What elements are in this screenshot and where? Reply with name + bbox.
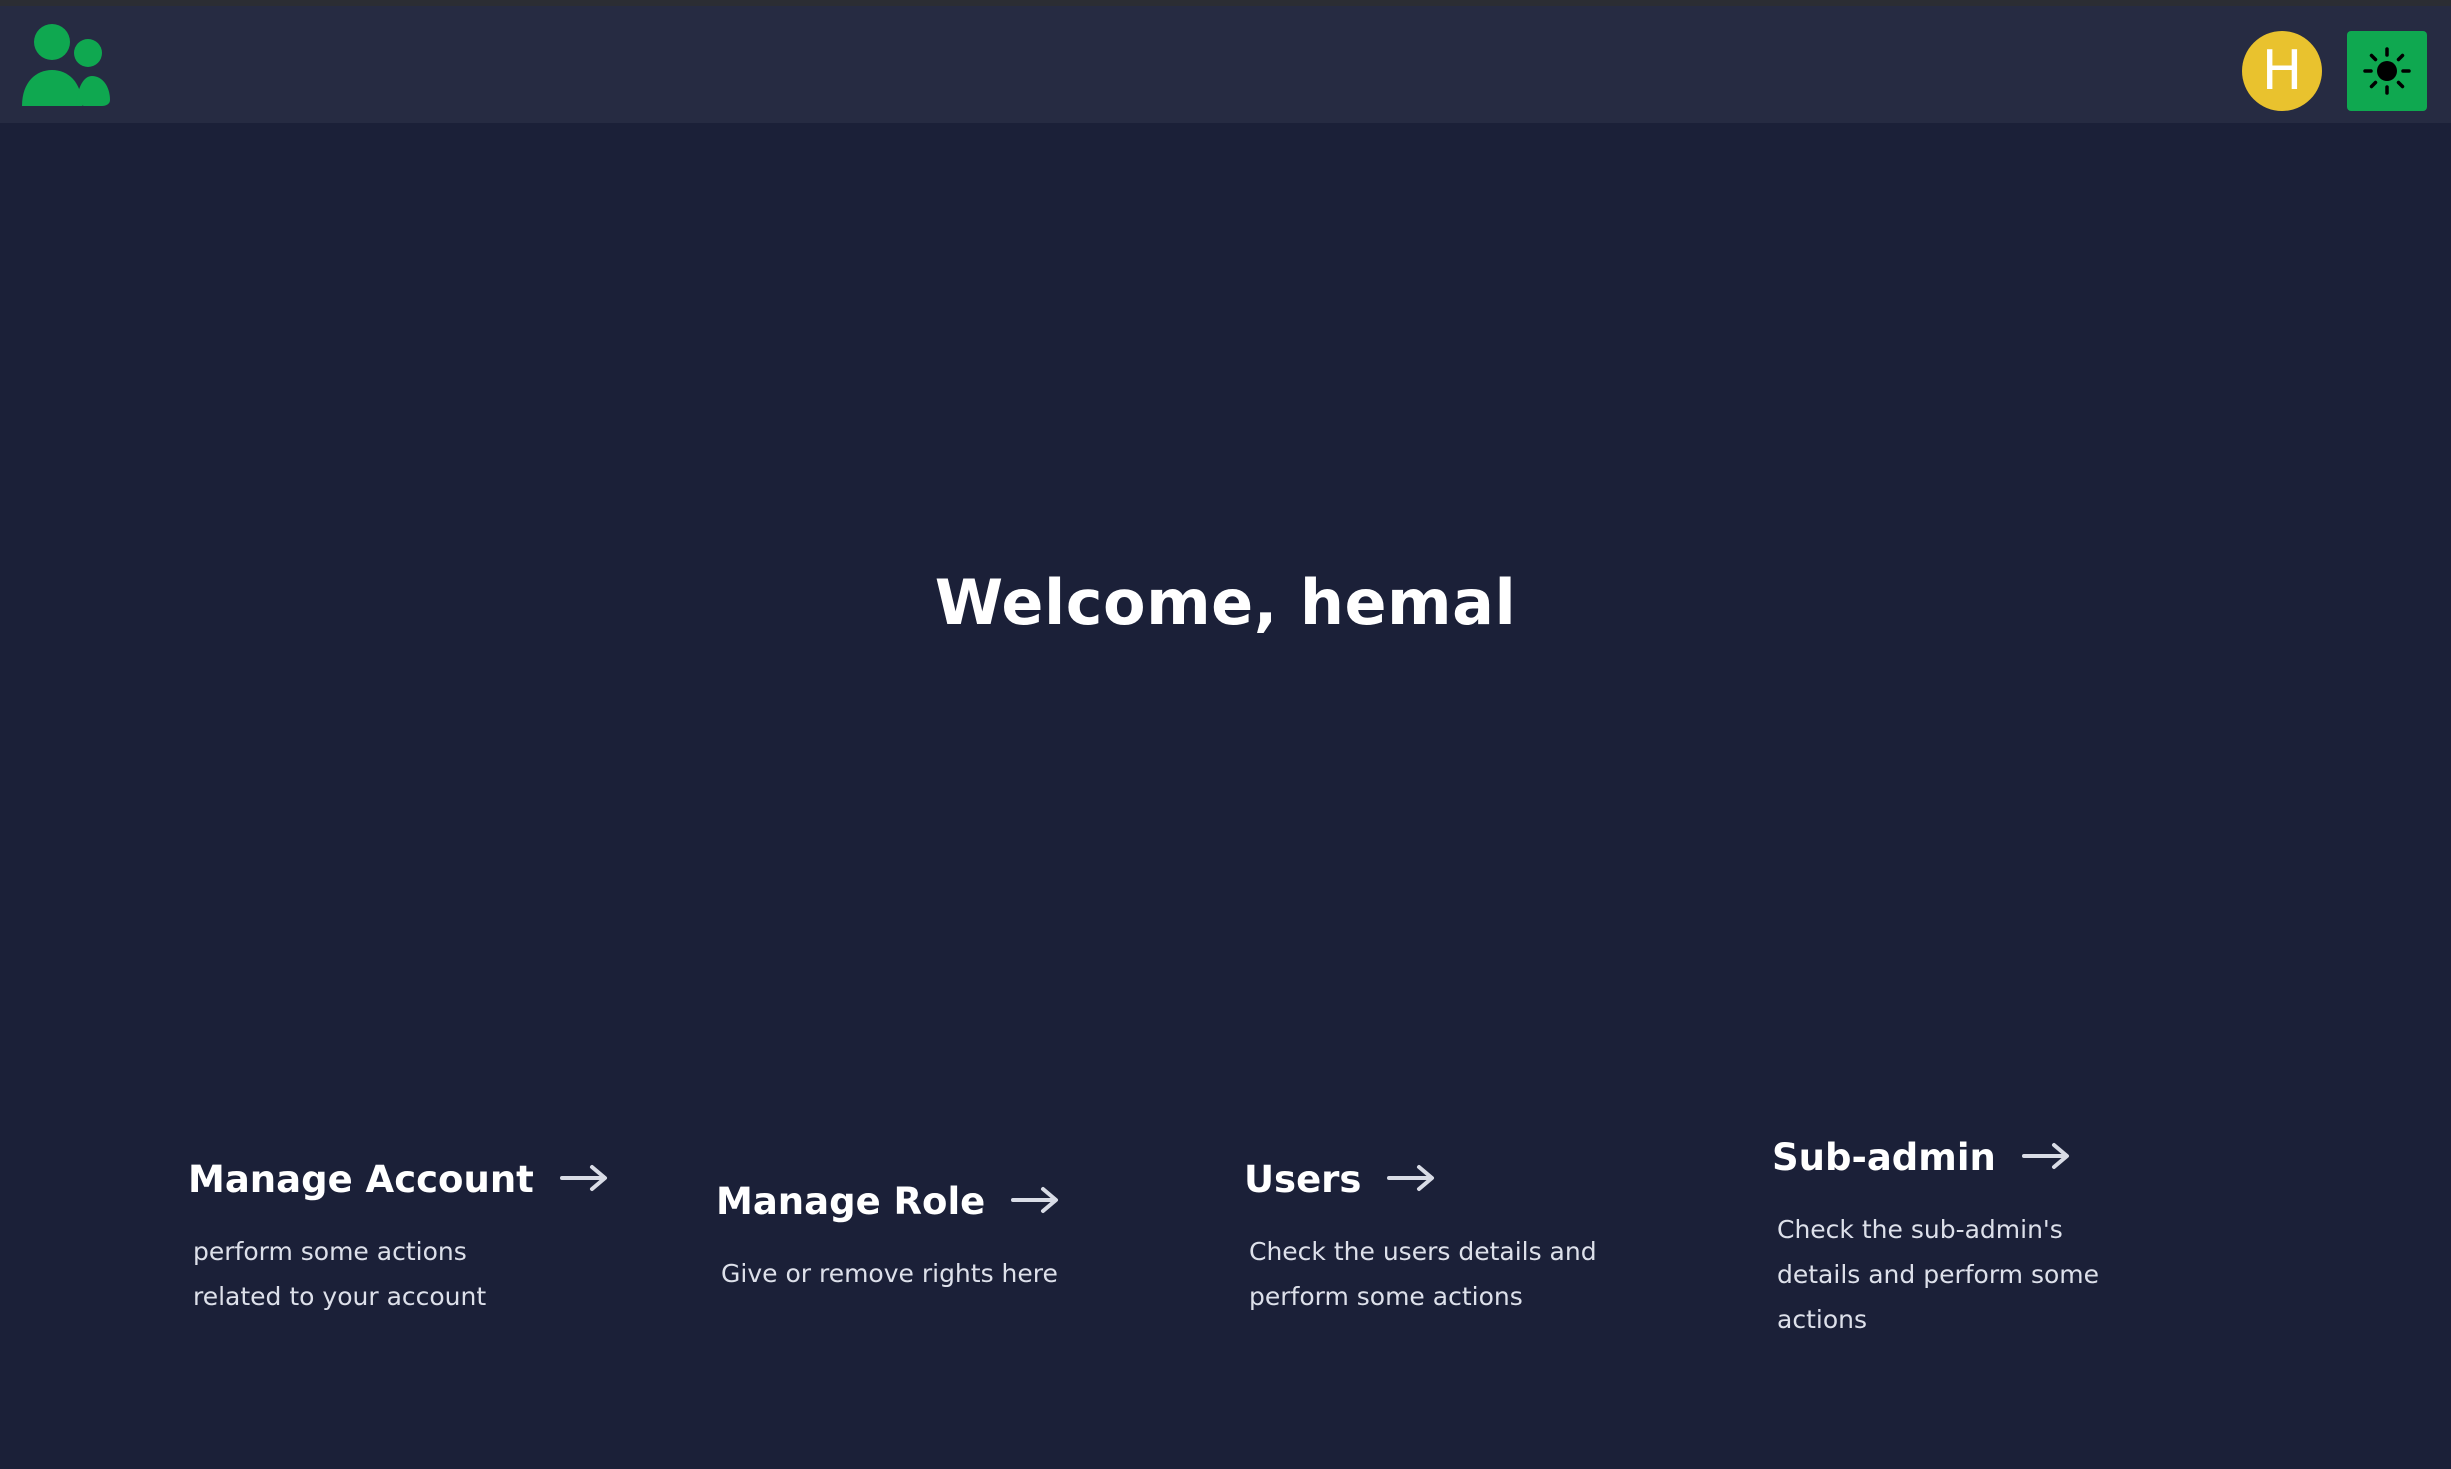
manage-account-link[interactable]: Manage Account: [188, 1158, 628, 1201]
arrow-right-icon: [559, 1164, 608, 1196]
arrow-right-icon: [1387, 1164, 1435, 1196]
card-users: Users Check the users details and perfor…: [1244, 1158, 1684, 1319]
card-title: Manage Account: [188, 1158, 534, 1201]
arrow-right-icon: [2021, 1142, 2070, 1174]
card-description: perform some actions related to your acc…: [193, 1237, 487, 1311]
sun-icon: [2363, 47, 2411, 95]
app-logo[interactable]: [18, 20, 112, 110]
theme-toggle-button[interactable]: [2347, 31, 2427, 111]
card-description: Check the users details and perform some…: [1249, 1237, 1597, 1311]
card-title: Users: [1244, 1158, 1362, 1201]
sub-admin-link[interactable]: Sub-admin: [1772, 1136, 2212, 1179]
card-sub-admin: Sub-admin Check the sub-admin's details …: [1772, 1136, 2212, 1342]
top-navbar: H: [0, 6, 2451, 123]
user-avatar[interactable]: H: [2242, 31, 2322, 111]
card-title: Sub-admin: [1772, 1136, 1996, 1179]
card-manage-role: Manage Role Give or remove rights here: [716, 1180, 1156, 1296]
users-link[interactable]: Users: [1244, 1158, 1684, 1201]
card-description: Check the sub-admin's details and perfor…: [1777, 1215, 2100, 1334]
avatar-initial: H: [2261, 39, 2303, 102]
card-description: Give or remove rights here: [721, 1259, 1058, 1288]
card-title: Manage Role: [716, 1180, 986, 1223]
manage-role-link[interactable]: Manage Role: [716, 1180, 1156, 1223]
card-manage-account: Manage Account perform some actions rela…: [188, 1158, 628, 1319]
users-group-icon: [22, 24, 110, 106]
welcome-heading: Welcome, hemal: [934, 566, 1517, 639]
arrow-right-icon: [1011, 1186, 1059, 1218]
